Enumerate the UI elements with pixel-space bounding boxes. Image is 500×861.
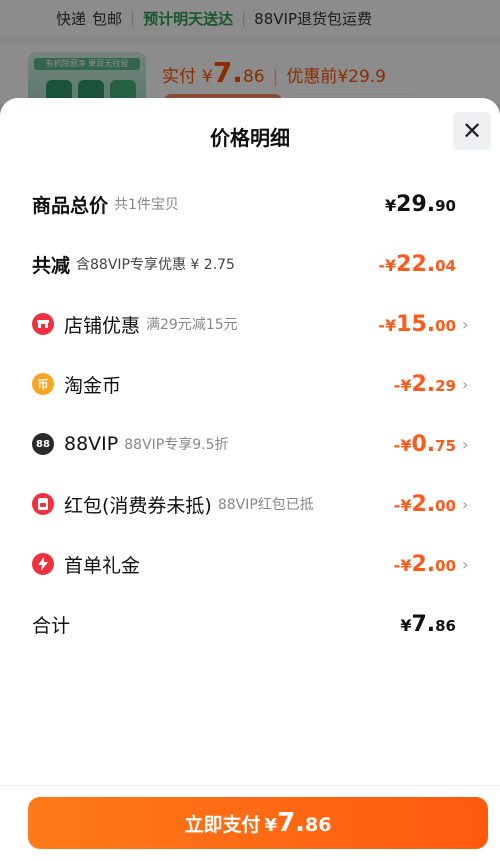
row-amount: -¥ 0. 75 (394, 432, 456, 457)
red-packet-icon (32, 493, 54, 515)
sheet-title: 价格明细 (210, 126, 290, 150)
price-row-88vip[interactable]: 88 88VIP 88VIP专享9.5折 -¥ 0. 75 › (0, 414, 500, 474)
pay-label: 立即支付 (184, 814, 261, 836)
chevron-right-icon[interactable]: › (462, 435, 472, 454)
price-row-taojinbi[interactable]: 币 淘金币 -¥ 2. 29 › (0, 354, 500, 414)
row-label: 红包(消费券未抵) (64, 494, 212, 517)
amount-currency: -¥ (378, 255, 397, 275)
bolt-icon (32, 553, 54, 575)
amount-currency: -¥ (393, 435, 412, 455)
chevron-right-icon[interactable]: › (462, 555, 472, 574)
chevron-right-icon[interactable]: › (462, 375, 472, 394)
row-label: 首单礼金 (64, 554, 141, 577)
price-row-total: 商品总价 共1件宝贝 ¥29.90 › (0, 174, 500, 234)
price-row-store-discount[interactable]: 店铺优惠 满29元减15元 -¥ 15. 00 › (0, 294, 500, 354)
amount-dec: 75 (435, 436, 456, 455)
amount-currency: ¥ (400, 615, 412, 635)
amount-dec: 86 (435, 616, 456, 635)
store-icon (32, 313, 54, 335)
amount-dec: 00 (435, 556, 456, 575)
row-label: 商品总价 (32, 194, 109, 217)
amount-currency: -¥ (393, 495, 412, 515)
amount-int: 29. (396, 191, 436, 217)
row-label: 淘金币 (64, 374, 122, 397)
price-row-discount-total: 共减 含88VIP专享优惠 ¥ 2.75 -¥22.04 › (0, 234, 500, 294)
amount-currency: ¥ (385, 195, 397, 215)
amount-dec: 29 (435, 376, 456, 395)
row-amount: ¥29. 90 (385, 192, 456, 217)
amount-dec: 90 (435, 196, 456, 215)
amount-int: 22. (396, 251, 436, 277)
row-amount: -¥ 22. 04 (378, 252, 456, 277)
amount-dec: 00 (435, 496, 456, 515)
amount-currency: -¥ (378, 315, 397, 335)
row-amount: -¥ 2. 00 (394, 552, 456, 577)
price-rows: 商品总价 共1件宝贝 ¥29.90 › 共减 含88VIP专享优惠 ¥ 2.75… (0, 174, 500, 654)
coin-icon: 币 (32, 373, 54, 395)
close-button[interactable]: ✕ (453, 112, 491, 150)
amount-dec: 04 (435, 256, 456, 275)
close-icon: ✕ (461, 117, 483, 145)
chevron-right-icon[interactable]: › (462, 315, 472, 334)
pay-currency: ¥ (264, 815, 278, 836)
pay-dec: 86 (305, 814, 332, 836)
row-label: 88VIP (64, 433, 119, 455)
amount-currency: -¥ (393, 375, 412, 395)
row-sub: 共1件宝贝 (114, 197, 179, 213)
price-detail-sheet: 价格明细 ✕ 商品总价 共1件宝贝 ¥29.90 › 共减 含88VIP专享优惠… (0, 98, 500, 861)
row-label: 共减 (32, 254, 71, 277)
row-sub: 满29元减15元 (146, 317, 238, 333)
row-label: 店铺优惠 (64, 314, 141, 337)
amount-int: 2. (411, 371, 436, 397)
row-sub: 88VIP专享9.5折 (124, 437, 229, 453)
row-sub: 88VIP红包已抵 (217, 497, 314, 513)
price-row-first-order[interactable]: 首单礼金 -¥ 2. 00 › (0, 534, 500, 594)
amount-int: 7. (411, 611, 436, 637)
amount-int: 2. (411, 551, 436, 577)
row-amount: -¥ 2. 00 (394, 492, 456, 517)
amount-int: 15. (396, 311, 436, 337)
row-amount: ¥7. 86 (400, 612, 456, 637)
row-amount: -¥ 2. 29 (394, 372, 456, 397)
bottom-pay-bar: 立即支付 ¥ 7. 86 (0, 785, 500, 861)
amount-dec: 00 (435, 316, 456, 335)
amount-int: 2. (411, 491, 436, 517)
pay-now-button[interactable]: 立即支付 ¥ 7. 86 (28, 797, 488, 849)
vip-icon: 88 (32, 433, 54, 455)
amount-currency: -¥ (393, 555, 412, 575)
pay-int: 7. (277, 808, 306, 838)
row-sub: 含88VIP专享优惠 ¥ 2.75 (76, 257, 235, 273)
row-label: 合计 (32, 614, 71, 637)
price-row-sum: 合计 ¥7.86 › (0, 594, 500, 654)
chevron-right-icon[interactable]: › (462, 495, 472, 514)
amount-int: 0. (411, 431, 436, 457)
row-amount: -¥ 15. 00 (378, 312, 456, 337)
price-row-red-packet[interactable]: 红包(消费券未抵) 88VIP红包已抵 -¥ 2. 00 › (0, 474, 500, 534)
